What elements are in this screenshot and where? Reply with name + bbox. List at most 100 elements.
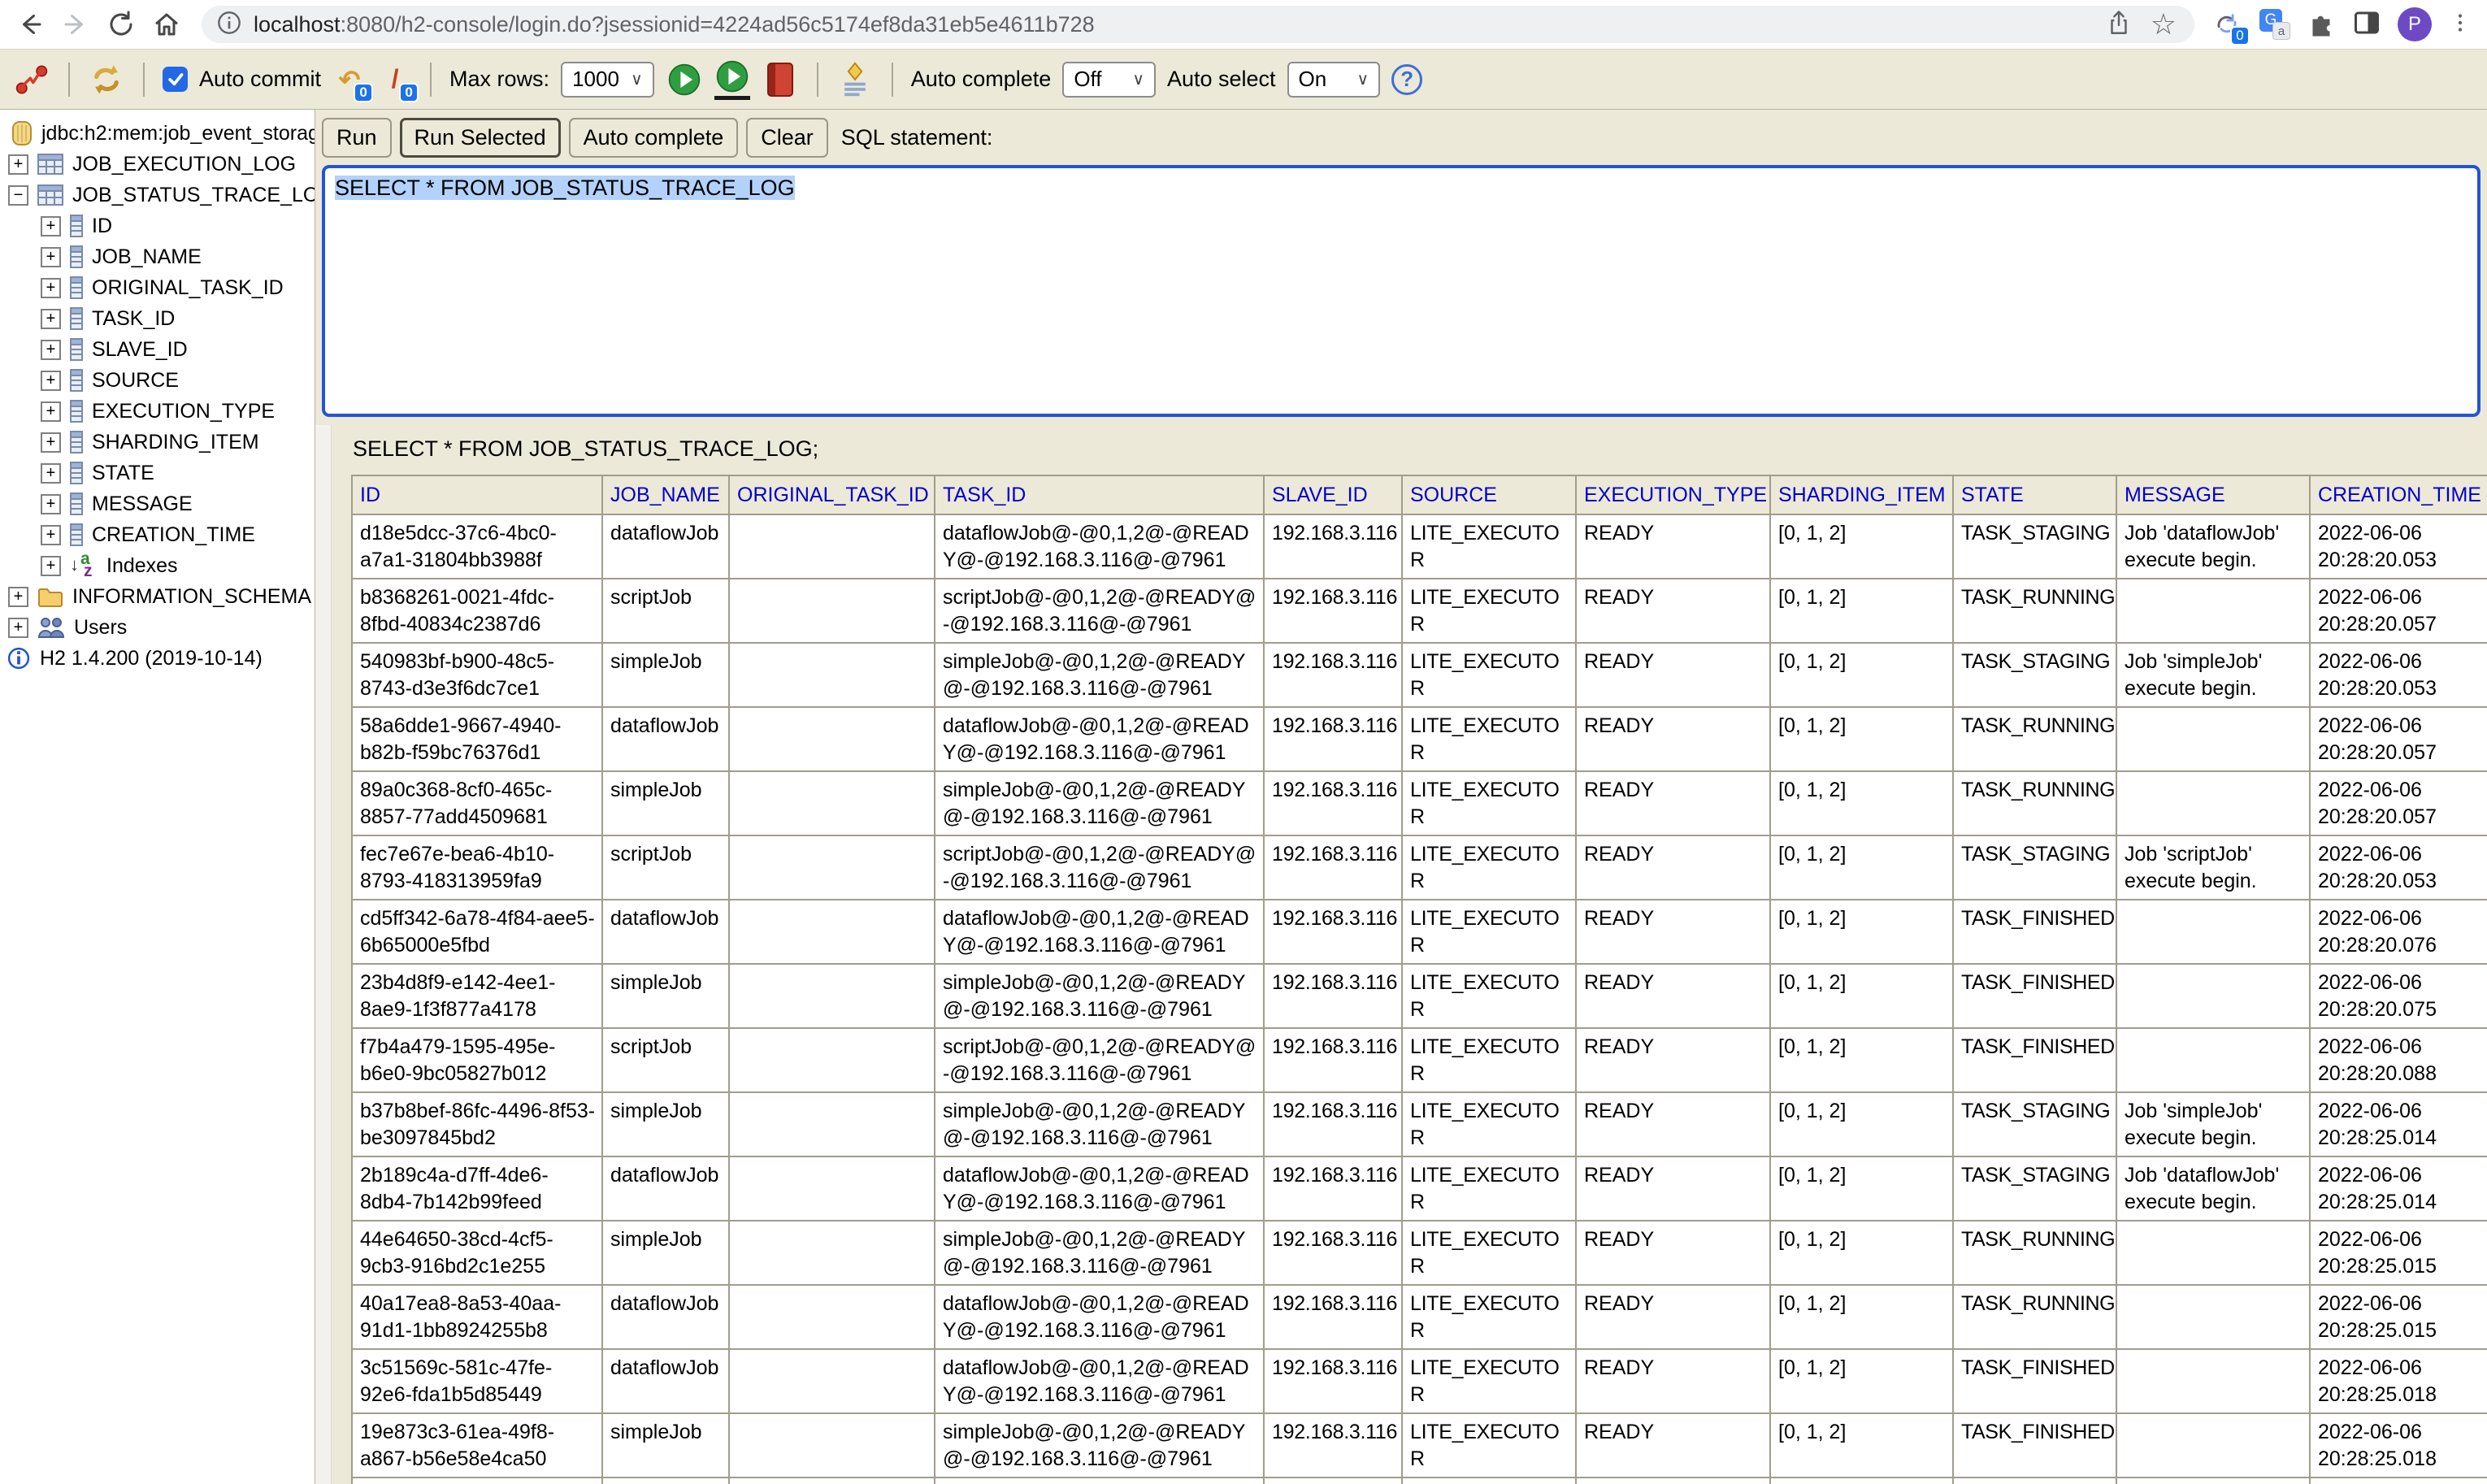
expand-icon[interactable]: + [41, 371, 61, 391]
table-row: 19e873c3-61ea-49f8-a867-b56e58e4ca50simp… [352, 1413, 2487, 1477]
forward-icon[interactable] [57, 6, 94, 43]
max-rows-select[interactable]: 1000 [561, 62, 654, 98]
disconnect-icon[interactable] [13, 61, 50, 98]
sql-editor[interactable]: SELECT * FROM JOB_STATUS_TRACE_LOG [322, 165, 2480, 417]
expand-icon[interactable]: + [8, 154, 28, 175]
tree-item-column-slave_id[interactable]: + SLAVE_ID [0, 334, 315, 365]
expand-icon[interactable]: + [41, 494, 61, 514]
translate-extension-icon[interactable]: Ga [2259, 9, 2290, 40]
url-bar[interactable]: localhost:8080/h2-console/login.do?jsess… [202, 6, 2194, 43]
expand-icon[interactable]: + [41, 556, 61, 576]
tree-item-column-task_id[interactable]: + TASK_ID [0, 303, 315, 334]
expand-icon[interactable]: + [41, 216, 61, 236]
collapse-icon[interactable]: − [8, 185, 28, 206]
tab-sync-extension-icon[interactable]: 0 [2211, 8, 2243, 41]
auto-commit-checkbox[interactable] [163, 67, 188, 92]
rollback-icon[interactable]: / 0 [378, 62, 412, 98]
tree-item-column-creation_time[interactable]: + CREATION_TIME [0, 519, 315, 550]
auto-select-select[interactable]: On [1287, 62, 1381, 98]
back-icon[interactable] [11, 6, 49, 43]
run-icon[interactable] [666, 61, 703, 98]
tree-item-users[interactable]: + Users [0, 612, 315, 643]
cell-time: 2022-06-06 20:28:25.014 [2310, 1092, 2487, 1156]
tree-item-label: JOB_EXECUTION_LOG [72, 153, 296, 176]
autocomplete-toggle-icon[interactable] [836, 61, 874, 98]
tree-item-information-schema[interactable]: + INFORMATION_SCHEMA [0, 581, 315, 612]
help-icon[interactable] [1391, 64, 1422, 95]
cell-msg [2116, 900, 2310, 964]
cell-state: TASK_STAGING [1953, 514, 2116, 579]
cell-exec: READY [1576, 1285, 1770, 1349]
cell-orig [729, 1349, 935, 1413]
run-selected-button[interactable]: Run Selected [400, 118, 561, 158]
tree-item-job-status-trace-log[interactable]: − JOB_STATUS_TRACE_LOG [0, 180, 315, 210]
cell-msg [2116, 1285, 2310, 1349]
tree-item-column-state[interactable]: + STATE [0, 458, 315, 488]
cell-task: simpleJob@-@0,1,2@-@READY@-@192.168.3.11… [935, 1477, 1264, 1484]
refresh-tree-icon[interactable] [88, 61, 125, 98]
run-button[interactable]: Run [322, 118, 392, 158]
tree-item-column-job_name[interactable]: + JOB_NAME [0, 241, 315, 272]
cell-task: scriptJob@-@0,1,2@-@READY@-@192.168.3.11… [935, 579, 1264, 643]
cell-state: TASK_FINISHED [1953, 1028, 2116, 1092]
share-icon[interactable] [2105, 9, 2133, 41]
profile-avatar[interactable]: P [2398, 7, 2432, 41]
commit-icon[interactable]: ↶ 0 [332, 62, 367, 98]
bookmark-star-icon[interactable]: ☆ [2151, 10, 2177, 39]
cell-slave: 192.168.3.116 [1264, 964, 1402, 1028]
tree-item-database[interactable]: jdbc:h2:mem:job_event_storage [0, 118, 315, 149]
cell-shard: [0, 1, 2] [1770, 771, 1953, 835]
version-label: H2 1.4.200 (2019-10-14) [40, 647, 263, 670]
cell-task: dataflowJob@-@0,1,2@-@READY@-@192.168.3.… [935, 900, 1264, 964]
browser-menu-icon[interactable] [2448, 9, 2472, 41]
site-info-icon[interactable] [216, 10, 242, 40]
cell-id: 480cc7ce-fea8-400c-87a3-1fd510eb1797 [352, 1477, 602, 1484]
cell-time: 2022-06-06 20:28:20.053 [2310, 514, 2487, 579]
query-echo: SELECT * FROM JOB_STATUS_TRACE_LOG; [353, 436, 2487, 462]
tree-item-column-execution_type[interactable]: + EXECUTION_TYPE [0, 396, 315, 427]
cell-id: 2b189c4a-d7ff-4de6-8db4-7b142b99feed [352, 1156, 602, 1221]
tree-item-indexes[interactable]: + ↓az Indexes [0, 550, 315, 581]
tree-item-column-message[interactable]: + MESSAGE [0, 488, 315, 519]
expand-icon[interactable]: + [41, 401, 61, 422]
cell-source: LITE_EXECUTOR [1402, 514, 1576, 579]
cell-time: 2022-06-06 20:28:20.057 [2310, 707, 2487, 771]
cell-task: dataflowJob@-@0,1,2@-@READY@-@192.168.3.… [935, 1285, 1264, 1349]
auto-complete-select[interactable]: Off [1062, 62, 1156, 98]
expand-icon[interactable]: + [41, 278, 61, 298]
expand-icon[interactable]: + [41, 463, 61, 484]
expand-icon[interactable]: + [41, 340, 61, 360]
cell-state: TASK_FINISHED [1953, 1413, 2116, 1477]
home-icon[interactable] [148, 6, 185, 43]
expand-icon[interactable]: + [8, 587, 28, 607]
expand-icon[interactable]: + [41, 309, 61, 329]
auto-complete-button[interactable]: Auto complete [569, 118, 739, 158]
tree-item-job-execution-log[interactable]: + JOB_EXECUTION_LOG [0, 149, 315, 180]
extensions-puzzle-icon[interactable] [2307, 8, 2336, 41]
tree-item-column-id[interactable]: + ID [0, 210, 315, 241]
cell-exec: READY [1576, 707, 1770, 771]
results-tbody: d18e5dcc-37c6-4bc0-a7a1-31804bb3988fdata… [352, 514, 2487, 1484]
cell-exec: READY [1576, 964, 1770, 1028]
tree-item-column-original_task_id[interactable]: + ORIGINAL_TASK_ID [0, 272, 315, 303]
side-panel-icon[interactable] [2352, 8, 2381, 41]
cancel-icon[interactable] [762, 61, 799, 98]
reload-icon[interactable] [102, 6, 140, 43]
cell-task: simpleJob@-@0,1,2@-@READY@-@192.168.3.11… [935, 1221, 1264, 1285]
expand-icon[interactable]: + [41, 247, 61, 267]
expand-icon[interactable]: + [41, 432, 61, 453]
clear-button[interactable]: Clear [746, 118, 828, 158]
run-selected-icon[interactable] [714, 59, 750, 100]
column-icon [70, 492, 83, 515]
toolbar-separator [892, 63, 893, 97]
table-row: 44e64650-38cd-4cf5-9cb3-916bd2c1e255simp… [352, 1221, 2487, 1285]
tree-item-column-source[interactable]: + SOURCE [0, 365, 315, 396]
expand-icon[interactable]: + [8, 618, 28, 638]
cell-shard: [0, 1, 2] [1770, 1285, 1953, 1349]
expand-icon[interactable]: + [41, 525, 61, 545]
results-table: ID JOB_NAME ORIGINAL_TASK_ID TASK_ID SLA… [351, 475, 2487, 1484]
tree-item-column-sharding_item[interactable]: + SHARDING_ITEM [0, 427, 315, 458]
cell-slave: 192.168.3.116 [1264, 1413, 1402, 1477]
cell-shard: [0, 1, 2] [1770, 1477, 1953, 1484]
cell-time: 2022-06-06 20:28:25.018 [2310, 1349, 2487, 1413]
